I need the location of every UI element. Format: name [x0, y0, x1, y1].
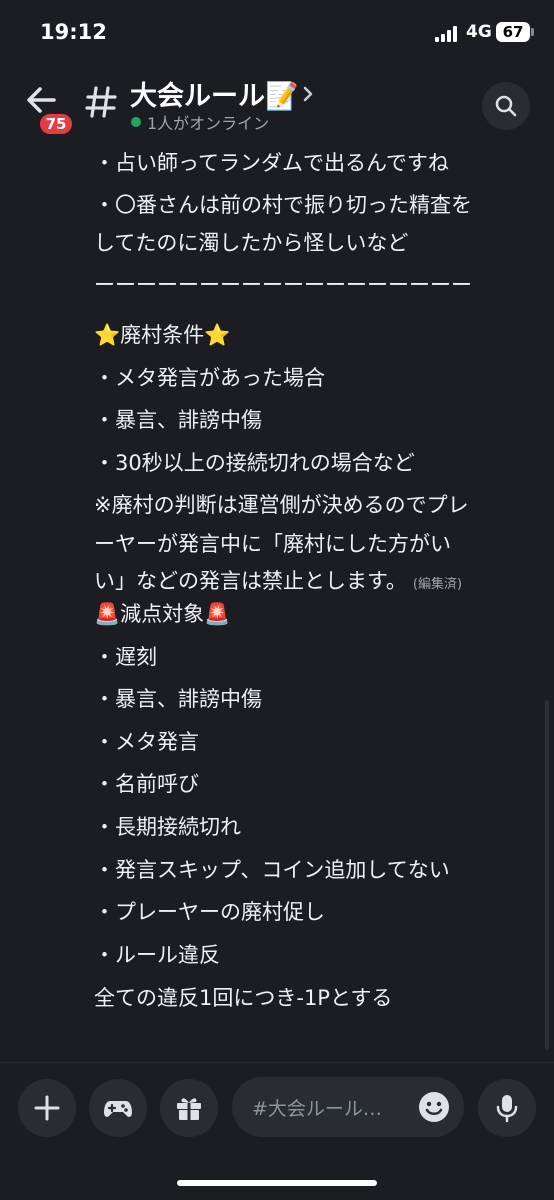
gift-icon [177, 1098, 201, 1120]
status-bar: 19:12 4G 67 [0, 0, 554, 66]
search-button[interactable] [482, 82, 530, 130]
add-attachment-button[interactable] [18, 1079, 76, 1137]
message-line: ・メタ発言 [94, 730, 199, 754]
network-type: 4G [466, 22, 492, 42]
unread-badge: 75 [38, 112, 74, 136]
message-line: ⭐廃村条件⭐ [94, 323, 231, 347]
message-line: ーヤーが発言中に「廃村にした方がい [94, 532, 451, 556]
chevron-right-icon[interactable] [300, 84, 316, 104]
message-line: 全ての違反1回につき-1Pとする [94, 986, 393, 1010]
message-line: ・〇番さんは前の村で振り切った精査を [94, 193, 472, 217]
message-line: ・占い師ってランダムで出るんですね [94, 151, 449, 175]
edited-label: (編集済) [412, 577, 463, 592]
smile-icon[interactable] [418, 1091, 450, 1123]
message-line: ・長期接続切れ [94, 815, 241, 839]
message-content: ・占い師ってランダムで出るんですね ・〇番さんは前の村で振り切った精査を してた… [94, 146, 534, 1061]
message-input-placeholder: #大会ルール… [252, 1098, 382, 1120]
message-line: ーーーーーーーーーーーーーーーーーー [94, 273, 472, 297]
channel-header: 75 大会ルール📝 1人がオンライン [0, 66, 554, 146]
message-line: ・ルール違反 [94, 943, 220, 967]
cellular-signal-icon [435, 26, 459, 42]
search-icon [495, 95, 517, 117]
online-status-dot [131, 117, 141, 127]
message-line: ・発言スキップ、コイン追加してない [94, 858, 450, 882]
hash-icon [85, 86, 117, 118]
message-line: ・メタ発言があった場合 [94, 366, 325, 390]
battery-icon: 67 [496, 22, 530, 42]
message-line: 🚨減点対象🚨 [94, 602, 231, 626]
status-time: 19:12 [40, 20, 107, 44]
message-text: い」などの発言は禁止とします。 [94, 569, 407, 593]
gamepad-icon [104, 1101, 132, 1117]
home-indicator [177, 1180, 377, 1186]
voice-message-button[interactable] [478, 1079, 536, 1137]
message-line: ・30秒以上の接続切れの場合など [94, 451, 415, 475]
microphone-icon [496, 1095, 518, 1123]
message-input[interactable]: #大会ルール… [232, 1077, 464, 1137]
message-line: ・遅刻 [94, 645, 157, 669]
message-line: ・名前呼び [94, 772, 199, 796]
scrollbar-thumb[interactable] [545, 700, 549, 1050]
message-line: ・暴言、誹謗中傷 [94, 408, 262, 432]
message-line: ・暴言、誹謗中傷 [94, 687, 262, 711]
gift-button[interactable] [160, 1079, 218, 1137]
apps-button[interactable] [89, 1079, 147, 1137]
battery-tip [531, 28, 534, 36]
channel-title[interactable]: 大会ルール📝 [130, 74, 299, 113]
message-line: ・プレーヤーの廃村促し [94, 900, 325, 924]
message-line: ※廃村の判断は運営側が決めるのでプレ [94, 493, 469, 517]
message-line: してたのに濁したから怪しいなど [94, 231, 409, 255]
online-count: 1人がオンライン [147, 114, 270, 133]
plus-icon [34, 1095, 60, 1121]
